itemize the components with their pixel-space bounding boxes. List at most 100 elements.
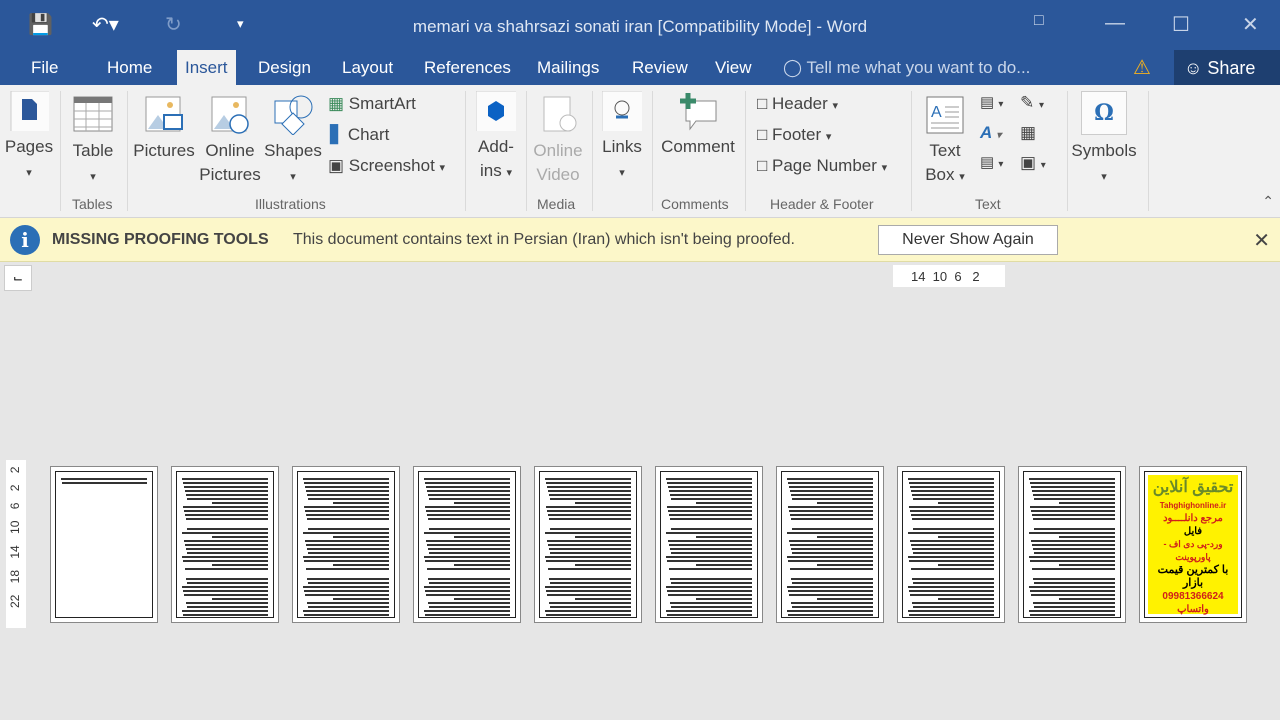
date-time-button[interactable]: ▦ bbox=[1020, 123, 1036, 143]
text-line bbox=[305, 594, 389, 596]
warning-icon[interactable]: ⚠ bbox=[1133, 55, 1151, 80]
table-button[interactable]: Table ▾ bbox=[66, 95, 120, 189]
online-pictures-button[interactable]: Online Pictures bbox=[198, 95, 262, 187]
text-line bbox=[696, 502, 752, 504]
chart-icon: ▋ bbox=[330, 125, 344, 144]
tab-file[interactable]: File bbox=[31, 58, 58, 78]
online-video-button[interactable]: Online Video bbox=[530, 95, 586, 187]
tab-home[interactable]: Home bbox=[107, 58, 152, 78]
tell-me-placeholder: Tell me what you want to do... bbox=[806, 58, 1031, 77]
close-icon[interactable]: ✕ bbox=[1242, 12, 1259, 37]
online-video-label-2: Video bbox=[536, 165, 580, 184]
chart-button[interactable]: ▋ Chart bbox=[330, 125, 389, 145]
drop-cap-button[interactable]: ▤ ▾ bbox=[980, 153, 1003, 171]
text-line bbox=[424, 532, 510, 534]
tab-mailings[interactable]: Mailings bbox=[537, 58, 599, 78]
pictures-button[interactable]: Pictures bbox=[132, 95, 196, 163]
page-thumbnail[interactable] bbox=[534, 466, 642, 623]
shapes-button[interactable]: Shapes ▾ bbox=[263, 95, 323, 189]
tab-selector[interactable]: ⌙ bbox=[4, 265, 32, 291]
text-line bbox=[1059, 502, 1115, 504]
collapse-ribbon-icon[interactable]: ⌃ bbox=[1262, 193, 1274, 210]
footer-icon: □ bbox=[757, 125, 768, 144]
text-line bbox=[788, 506, 873, 508]
page-thumbnail[interactable] bbox=[655, 466, 763, 623]
text-line bbox=[212, 564, 268, 566]
links-button[interactable]: Links ▾ bbox=[598, 91, 646, 185]
share-button[interactable]: ☺ Share bbox=[1174, 50, 1280, 85]
text-line bbox=[575, 536, 631, 538]
signature-line-button[interactable]: ✎ ▾ bbox=[1020, 93, 1044, 113]
symbols-button[interactable]: Ω Symbols ▾ bbox=[1068, 91, 1140, 189]
window-title: memari va shahrsazi sonati iran [Compati… bbox=[412, 17, 868, 36]
page-thumbnail[interactable] bbox=[1018, 466, 1126, 623]
message-heading: MISSING PROOFING TOOLS bbox=[52, 231, 269, 248]
page-thumbnail[interactable] bbox=[292, 466, 400, 623]
quick-parts-button[interactable]: ▤ ▾ bbox=[980, 93, 1003, 111]
page-thumbnail[interactable] bbox=[413, 466, 521, 623]
text-line bbox=[1031, 594, 1115, 596]
tab-insert[interactable]: Insert bbox=[177, 50, 236, 85]
add-ins-button[interactable]: Add-ins ▾ bbox=[470, 91, 522, 185]
text-line bbox=[425, 482, 510, 484]
text-line bbox=[427, 514, 510, 516]
tab-references[interactable]: References bbox=[424, 58, 511, 78]
text-line bbox=[1033, 548, 1115, 550]
ribbon-display-icon[interactable]: □ bbox=[1034, 12, 1044, 30]
page-thumbnail[interactable] bbox=[171, 466, 279, 623]
horizontal-ruler[interactable]: 14 10 6 2 bbox=[893, 265, 1005, 287]
smartart-button[interactable]: ▦ SmartArt bbox=[328, 94, 416, 114]
header-button[interactable]: □ Header ▾ bbox=[757, 94, 838, 114]
page-thumbnail[interactable] bbox=[897, 466, 1005, 623]
text-line bbox=[666, 610, 752, 612]
quick-parts-icon: ▤ bbox=[980, 94, 995, 111]
tell-me-box[interactable]: ◯ Tell me what you want to do... bbox=[783, 58, 1030, 78]
header-icon: □ bbox=[757, 94, 768, 113]
text-line bbox=[668, 594, 752, 596]
close-message-icon[interactable]: ✕ bbox=[1253, 228, 1270, 253]
object-button[interactable]: ▣ ▾ bbox=[1020, 153, 1046, 173]
text-line bbox=[792, 606, 873, 608]
pictures-icon bbox=[145, 96, 183, 132]
text-line bbox=[791, 518, 873, 520]
text-line bbox=[1031, 540, 1115, 542]
text-line bbox=[429, 528, 510, 530]
vertical-ruler[interactable]: 22 18 14 10 6 2 2 bbox=[6, 460, 26, 628]
text-line bbox=[669, 490, 752, 492]
text-line bbox=[670, 602, 752, 604]
tab-layout[interactable]: Layout bbox=[342, 58, 393, 78]
table-label: Table bbox=[72, 141, 114, 160]
text-line bbox=[182, 586, 268, 588]
never-show-again-button[interactable]: Never Show Again bbox=[878, 225, 1058, 255]
screenshot-button[interactable]: ▣ Screenshot ▾ bbox=[328, 156, 445, 176]
minimize-icon[interactable]: — bbox=[1105, 12, 1125, 35]
text-line bbox=[1033, 602, 1115, 604]
page-thumbnail[interactable] bbox=[776, 466, 884, 623]
ad-line-1: مرجع دانلــــود bbox=[1163, 513, 1223, 524]
text-line bbox=[304, 614, 389, 616]
page-thumbnail[interactable]: تحقیق آنلاین Tahghighonline.ir مرجع دانل… bbox=[1139, 466, 1247, 623]
text-line bbox=[307, 602, 389, 604]
tab-view[interactable]: View bbox=[715, 58, 752, 78]
text-box-button[interactable]: A Text Box ▾ bbox=[918, 95, 972, 189]
text-line bbox=[911, 514, 994, 516]
tab-design[interactable]: Design bbox=[258, 58, 311, 78]
text-line bbox=[667, 614, 752, 616]
text-line bbox=[183, 590, 268, 592]
wordart-button[interactable]: A ▾ bbox=[980, 123, 1001, 143]
page-thumbnail[interactable] bbox=[50, 466, 158, 623]
text-line bbox=[1030, 506, 1115, 508]
add-ins-label-2: ins bbox=[480, 161, 502, 180]
text-line bbox=[1032, 490, 1115, 492]
text-line bbox=[182, 478, 268, 480]
page-number-button[interactable]: □ Page Number ▾ bbox=[757, 156, 887, 176]
pages-button[interactable]: Pages ▾ bbox=[4, 91, 54, 185]
comment-button[interactable]: Comment bbox=[656, 91, 740, 159]
tab-review[interactable]: Review bbox=[632, 58, 688, 78]
vertical-ruler-labels: 22 18 14 10 6 2 2 bbox=[8, 466, 22, 608]
text-box-icon: A bbox=[926, 96, 964, 134]
text-line bbox=[545, 556, 631, 558]
maximize-icon[interactable]: ☐ bbox=[1172, 12, 1190, 37]
footer-button[interactable]: □ Footer ▾ bbox=[757, 125, 831, 145]
text-line bbox=[185, 544, 268, 546]
